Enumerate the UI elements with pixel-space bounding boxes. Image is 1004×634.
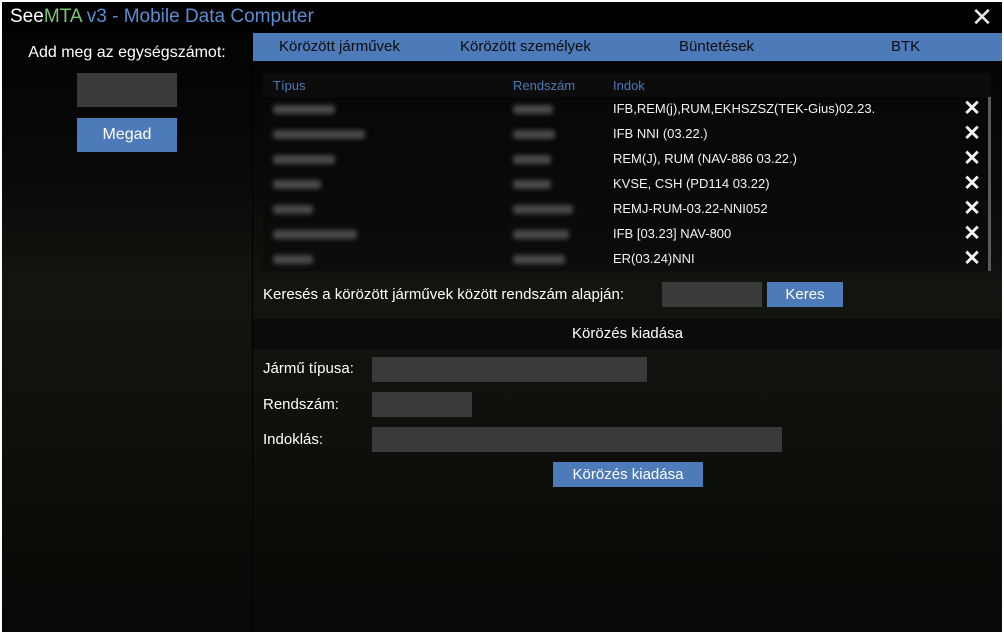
delete-icon[interactable]: ✕ [962,173,982,195]
row-type-redacted [273,255,313,264]
tab-bar: Körözött járművek Körözött személyek Bün… [253,33,1002,61]
list-row[interactable]: IFB [03.23] NAV-800 ✕ [263,222,991,247]
row-plate-redacted [513,205,573,214]
delete-icon[interactable]: ✕ [962,198,982,220]
list-row[interactable]: REMJ-RUM-03.22-NNI052 ✕ [263,197,991,222]
row-plate-redacted [513,155,551,164]
row-type-redacted [273,205,313,214]
tab-fines[interactable]: Büntetések [679,33,754,61]
main-panel: Körözött járművek Körözött személyek Bün… [253,33,1002,632]
row-reason: IFB,REM(j),RUM,EKHSZSZ(TEK-Gius)02.23. [613,101,876,116]
submit-unit-button[interactable]: Megad [77,118,177,152]
vehicle-type-input[interactable] [372,357,647,382]
plate-search-input[interactable] [662,282,762,307]
title-rest: v3 - Mobile Data Computer [81,6,314,27]
list-row[interactable]: KVSE, CSH (PD114 03.22) ✕ [263,172,991,197]
list-row[interactable]: ER(03.24)NNI ✕ [263,247,991,272]
delete-icon[interactable]: ✕ [962,248,982,270]
list-row[interactable]: IFB NNI (03.22.) ✕ [263,122,991,147]
column-header-reason: Indok [613,78,645,93]
delete-icon[interactable]: ✕ [962,123,982,145]
row-type-redacted [273,105,335,114]
row-plate-redacted [513,130,555,139]
close-icon[interactable]: ✕ [970,4,994,30]
row-plate-redacted [513,105,553,114]
row-type-redacted [273,130,365,139]
issue-warrant-button[interactable]: Körözés kiadása [553,462,703,487]
wanted-vehicles-list: Típus Rendszám Indok IFB,REM(j),RUM,EKHS… [263,73,991,271]
row-type-redacted [273,230,357,239]
row-reason: IFB [03.23] NAV-800 [613,226,732,241]
row-type-redacted [273,180,321,189]
delete-icon[interactable]: ✕ [962,98,982,120]
issue-section-title: Körözés kiadása [253,319,1002,349]
row-reason: REMJ-RUM-03.22-NNI052 [613,201,768,216]
tab-wanted-vehicles[interactable]: Körözött járművek [279,33,400,61]
list-row[interactable]: IFB,REM(j),RUM,EKHSZSZ(TEK-Gius)02.23. ✕ [263,97,991,122]
title-see: See [10,6,44,27]
mdc-window: SeeMTA v3 - Mobile Data Computer ✕ Add m… [2,2,1002,632]
plate-input[interactable] [372,392,472,417]
delete-icon[interactable]: ✕ [962,148,982,170]
delete-icon[interactable]: ✕ [962,223,982,245]
vehicle-type-label: Jármű típusa: [263,360,354,377]
unit-number-input[interactable] [77,73,177,107]
reason-label: Indoklás: [263,431,324,448]
plate-label: Rendszám: [263,396,339,413]
list-row[interactable]: REM(J), RUM (NAV-886 03.22.) ✕ [263,147,991,172]
tab-wanted-persons[interactable]: Körözött személyek [460,33,591,61]
row-plate-redacted [513,230,569,239]
row-plate-redacted [513,180,551,189]
window-title: SeeMTA v3 - Mobile Data Computer [10,6,314,28]
row-type-redacted [273,155,335,164]
plate-search-label: Keresés a körözött járművek között rends… [263,286,625,303]
row-reason: KVSE, CSH (PD114 03.22) [613,176,770,191]
title-bar: SeeMTA v3 - Mobile Data Computer ✕ [2,2,1002,33]
title-mta: MTA [43,6,82,27]
row-reason: ER(03.24)NNI [613,251,695,266]
list-header: Típus Rendszám Indok [263,73,991,97]
row-reason: REM(J), RUM (NAV-886 03.22.) [613,151,797,166]
column-header-plate: Rendszám [513,78,576,93]
column-header-type: Típus [273,78,306,93]
row-reason: IFB NNI (03.22.) [613,126,708,141]
unit-number-label: Add meg az egységszámot: [28,44,226,61]
row-plate-redacted [513,255,565,264]
tab-btk[interactable]: BTK [891,33,920,61]
reason-input[interactable] [372,427,782,452]
unit-panel: Add meg az egységszámot: Megad [2,33,252,632]
search-button[interactable]: Keres [767,282,843,307]
list-scrollbar[interactable] [988,97,991,271]
